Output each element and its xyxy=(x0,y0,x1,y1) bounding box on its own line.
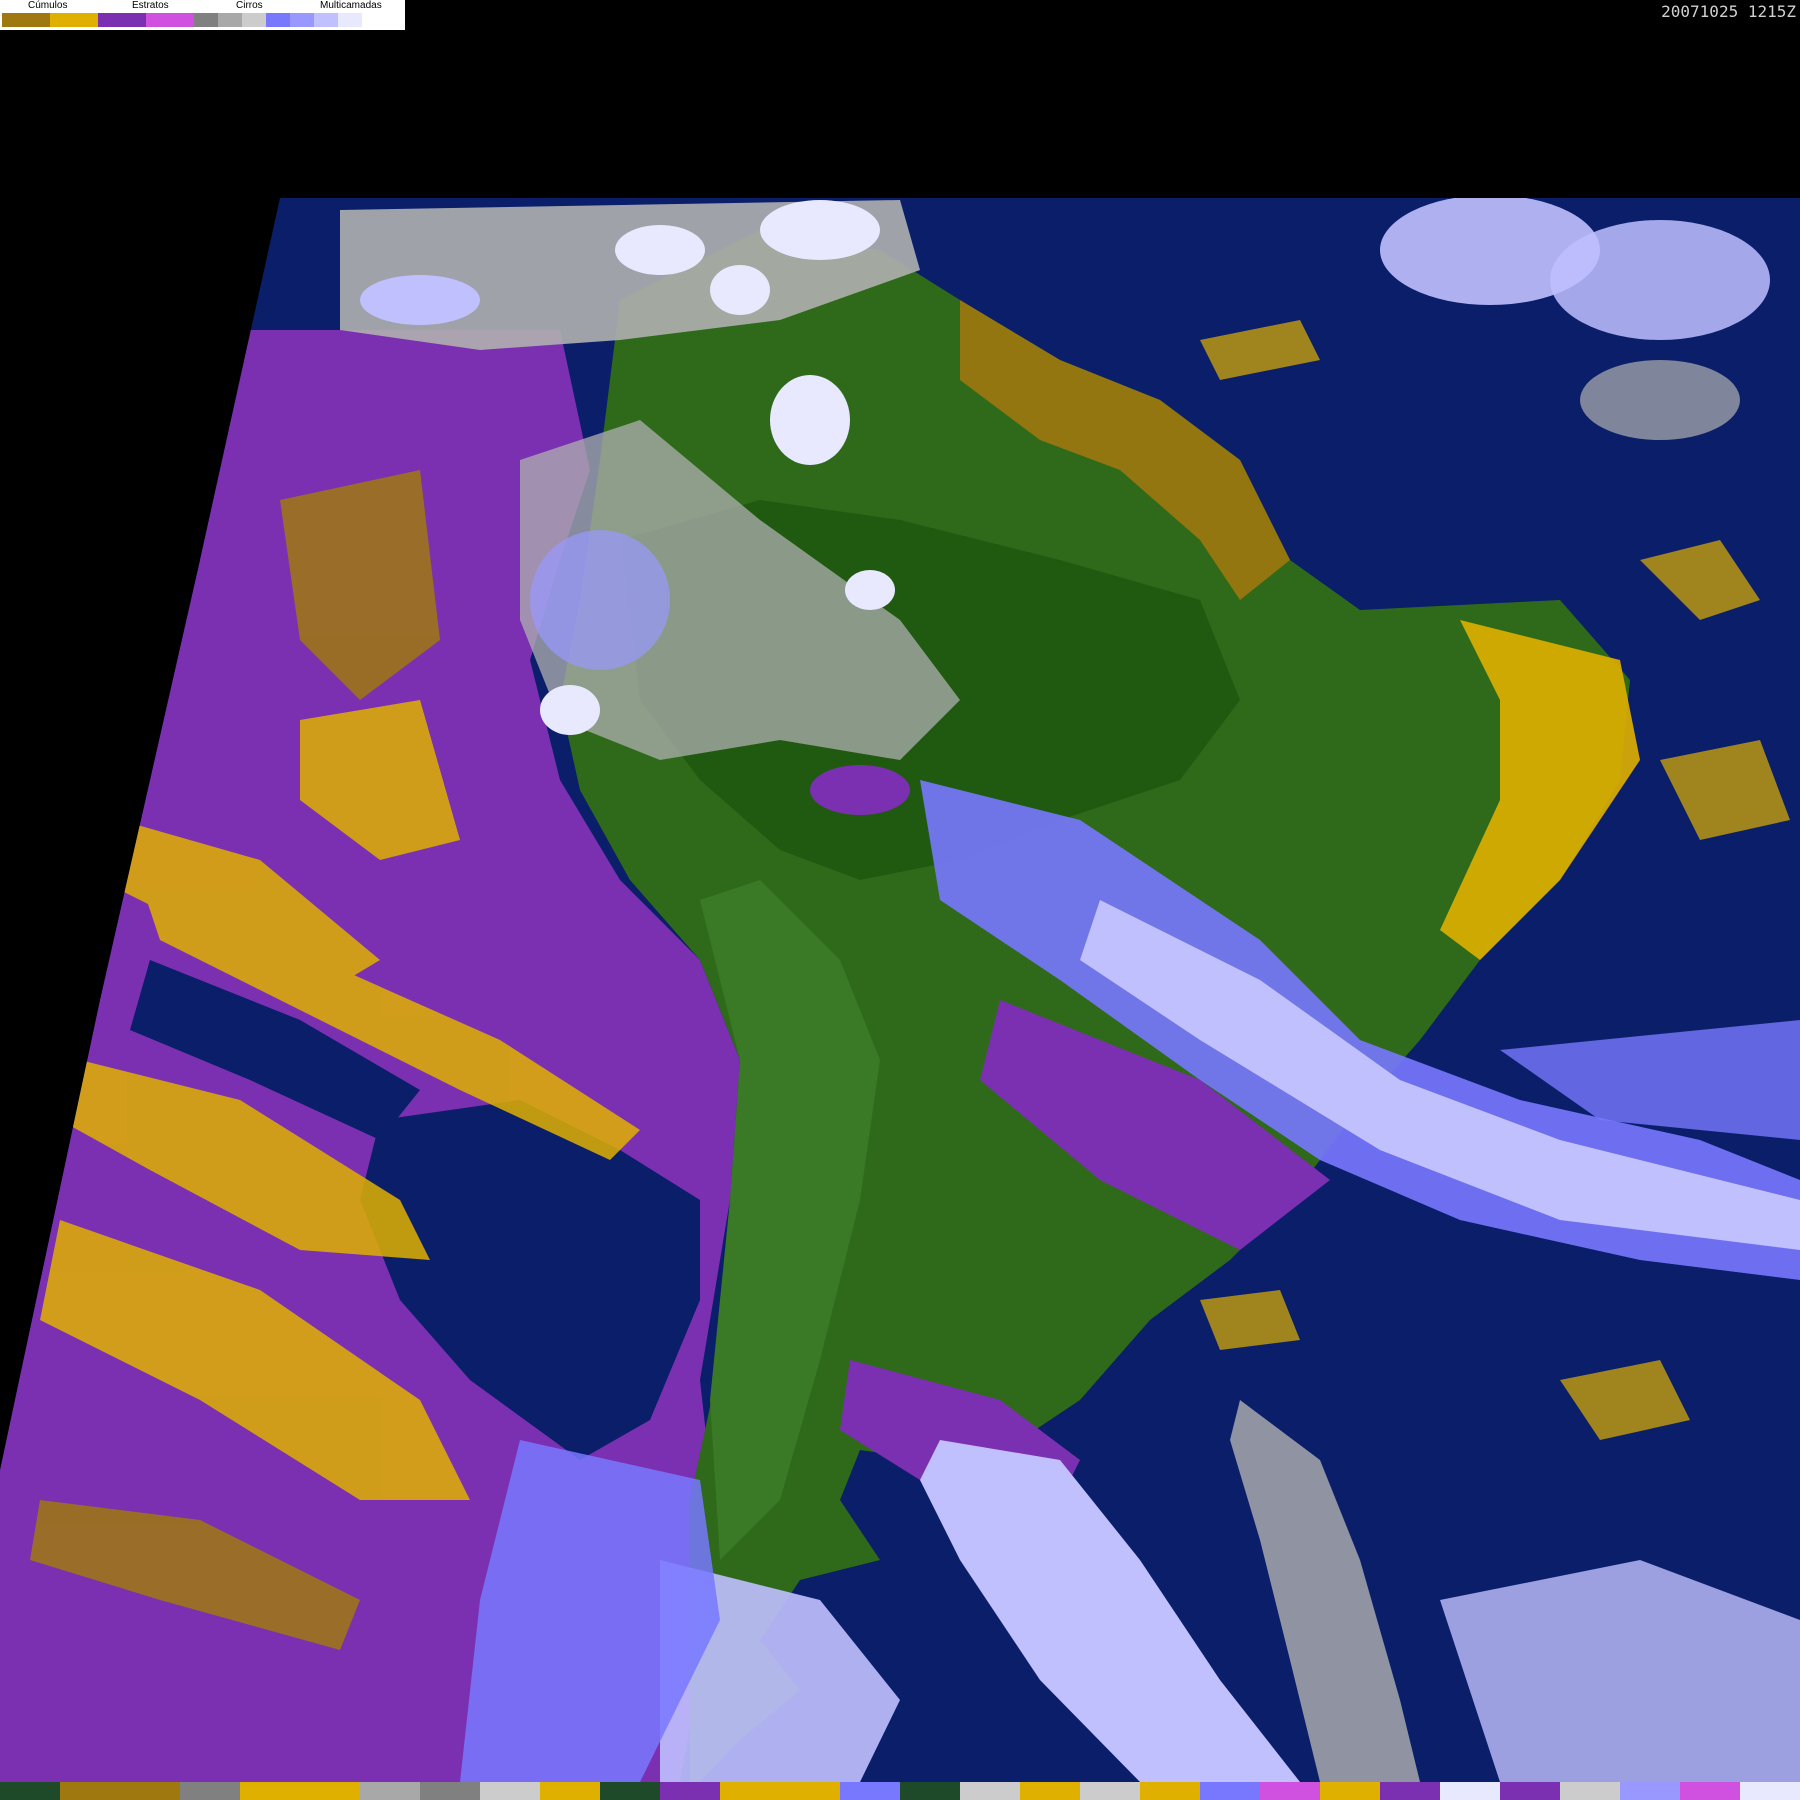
legend-label-multilayer: Multicamadas xyxy=(320,0,382,11)
legend-swatch xyxy=(242,13,266,27)
strip-cell xyxy=(720,1782,780,1800)
strip-cell xyxy=(540,1782,600,1800)
strip-cell xyxy=(1380,1782,1440,1800)
strip-cell xyxy=(240,1782,300,1800)
legend-swatch xyxy=(146,13,194,27)
strip-cell xyxy=(420,1782,480,1800)
strip-cell xyxy=(840,1782,900,1800)
legend-swatches xyxy=(2,13,362,27)
strip-cell xyxy=(1440,1782,1500,1800)
cloud-classification-map xyxy=(0,198,1800,1782)
strip-cell xyxy=(1140,1782,1200,1800)
satellite-image-canvas: Cúmulos Estratos Cirros Multicamadas 200… xyxy=(0,0,1800,1800)
legend-swatch xyxy=(194,13,218,27)
legend-swatch xyxy=(2,13,50,27)
strip-cell xyxy=(180,1782,240,1800)
strip-cell xyxy=(120,1782,180,1800)
strip-cell xyxy=(1620,1782,1680,1800)
legend-swatch xyxy=(266,13,290,27)
legend-swatch xyxy=(290,13,314,27)
strip-cell xyxy=(60,1782,120,1800)
strip-cell xyxy=(1200,1782,1260,1800)
strip-cell xyxy=(1320,1782,1380,1800)
strip-cell xyxy=(1560,1782,1620,1800)
strip-cell xyxy=(300,1782,360,1800)
strip-cell xyxy=(600,1782,660,1800)
cloud-type-legend: Cúmulos Estratos Cirros Multicamadas xyxy=(0,0,405,30)
legend-swatch xyxy=(98,13,146,27)
strip-cell xyxy=(960,1782,1020,1800)
strip-cell xyxy=(1080,1782,1140,1800)
strip-cell xyxy=(1260,1782,1320,1800)
strip-cell xyxy=(0,1782,60,1800)
legend-label-stratus: Estratos xyxy=(132,0,169,11)
image-timestamp: 20071025 1215Z xyxy=(1661,2,1796,21)
strip-cell xyxy=(1680,1782,1740,1800)
bottom-color-strip xyxy=(0,1782,1800,1800)
strip-cell xyxy=(660,1782,720,1800)
strip-cell xyxy=(900,1782,960,1800)
strip-cell xyxy=(360,1782,420,1800)
strip-cell xyxy=(1740,1782,1800,1800)
strip-cell xyxy=(1020,1782,1080,1800)
legend-swatch xyxy=(50,13,98,27)
strip-cell xyxy=(1500,1782,1560,1800)
strip-cell xyxy=(480,1782,540,1800)
legend-swatch xyxy=(338,13,362,27)
legend-label-cumulus: Cúmulos xyxy=(28,0,68,11)
legend-label-cirrus: Cirros xyxy=(236,0,263,11)
legend-swatch xyxy=(314,13,338,27)
strip-cell xyxy=(780,1782,840,1800)
legend-swatch xyxy=(218,13,242,27)
